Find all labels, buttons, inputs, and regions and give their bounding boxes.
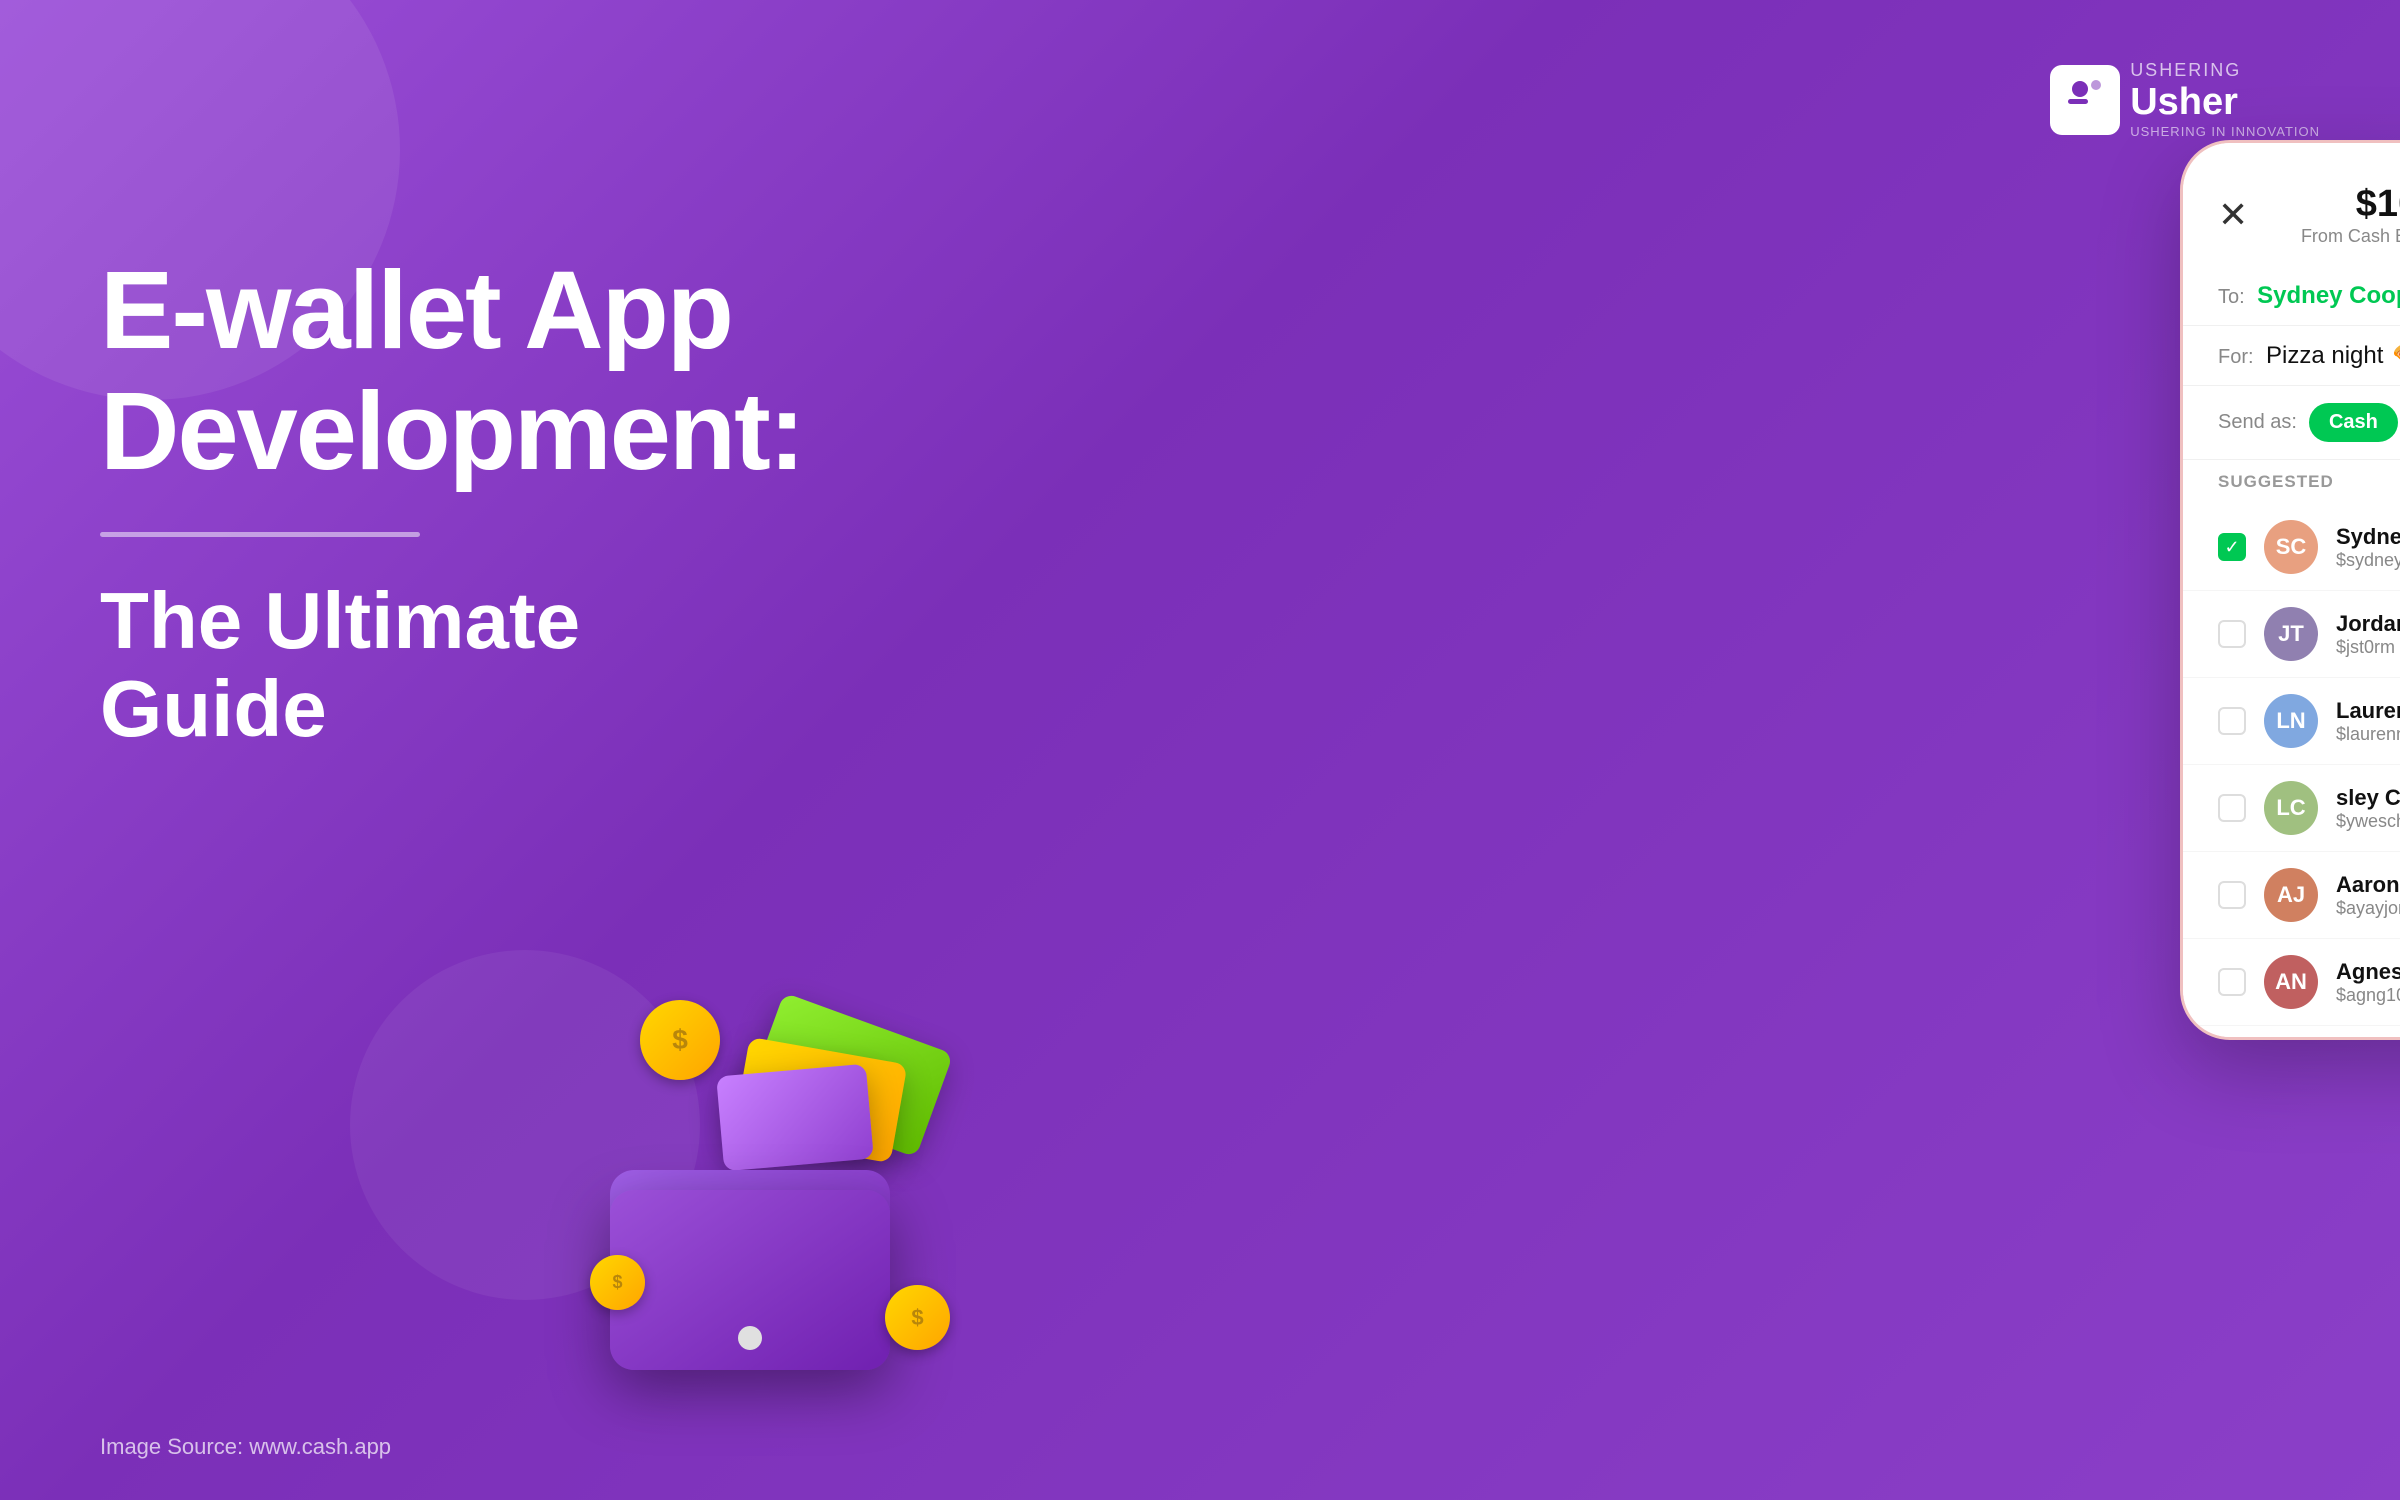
contact-info: Lauren Noble $laurennoble [2336, 698, 2400, 745]
contacts-list: ✓ SC Sydney Cooper $sydneycooper100 JT J… [2183, 504, 2400, 1026]
contact-name: Aaron Johnson [2336, 872, 2400, 898]
payment-header: ✕ $10 From Cash Balance ▾ Pay [2183, 143, 2400, 267]
payment-amount-section: $10 From Cash Balance ▾ [2301, 183, 2400, 247]
contact-avatar: SC [2264, 520, 2318, 574]
contact-name: Jordan Thomas [2336, 611, 2400, 637]
subtitle: The Ultimate Guide [100, 577, 740, 753]
contact-info: sley Chang $yweschang [2336, 785, 2400, 832]
contact-handle: $laurennoble [2336, 724, 2400, 745]
payment-send-section: Send as: Cash Gift Card ▾ [2183, 386, 2400, 460]
contact-info: Agnes Nguyen $agng1099 [2336, 959, 2400, 1006]
to-label: To: [2218, 286, 2245, 308]
close-button[interactable]: ✕ [2218, 194, 2248, 236]
contact-avatar: JT [2264, 607, 2318, 661]
payment-screen: ✕ $10 From Cash Balance ▾ Pay To: Sydney… [2183, 143, 2400, 1037]
wallet-body [610, 1170, 890, 1370]
cash-button[interactable]: Cash [2309, 403, 2398, 442]
contact-info: Aaron Johnson $ayayjon [2336, 872, 2400, 919]
coin-large: $ [640, 1000, 720, 1080]
payment-for-section: For: Pizza night 🍕 [2183, 326, 2400, 386]
payment-amount: $10 [2301, 183, 2400, 226]
logo-icon [2050, 65, 2120, 135]
wallet-main [610, 1190, 890, 1370]
contact-handle: $jst0rm [2336, 637, 2400, 658]
coin-medium: $ [885, 1285, 950, 1350]
contact-checkbox[interactable] [2218, 968, 2246, 996]
contact-avatar: LC [2264, 781, 2318, 835]
contact-item[interactable]: ✓ SC Sydney Cooper $sydneycooper100 [2183, 504, 2400, 591]
logo-brand: Usher [2130, 81, 2320, 124]
contact-handle: $agng1099 [2336, 985, 2400, 1006]
contact-item[interactable]: LN Lauren Noble $laurennoble [2183, 678, 2400, 765]
to-value: Sydney Cooper [2257, 282, 2400, 309]
contact-checkbox[interactable] [2218, 620, 2246, 648]
contact-avatar: AJ [2264, 868, 2318, 922]
contact-name: Lauren Noble [2336, 698, 2400, 724]
contact-checkbox-checked[interactable]: ✓ [2218, 533, 2246, 561]
logo-text: USHERING Usher USHERING IN INNOVATION [2130, 60, 2320, 139]
contact-name: sley Chang [2336, 785, 2400, 811]
card-purple [716, 1064, 874, 1172]
payment-to-section: To: Sydney Cooper [2183, 267, 2400, 326]
headline-title: E-wallet App Development: [100, 250, 740, 492]
contact-item[interactable]: AN Agnes Nguyen $agng1099 [2183, 939, 2400, 1026]
suggested-label: SUGGESTED [2183, 460, 2400, 504]
contact-checkbox[interactable] [2218, 794, 2246, 822]
contact-item[interactable]: JT Jordan Thomas $jst0rm [2183, 591, 2400, 678]
contact-checkbox[interactable] [2218, 707, 2246, 735]
contact-info: Jordan Thomas $jst0rm [2336, 611, 2400, 658]
payment-phone: ✕ $10 From Cash Balance ▾ Pay To: Sydney… [2180, 140, 2400, 1040]
for-value: Pizza night 🍕 [2266, 342, 2400, 369]
coin-small: $ [590, 1255, 645, 1310]
contact-handle: $sydneycooper100 [2336, 550, 2400, 571]
logo: USHERING Usher USHERING IN INNOVATION [2050, 60, 2320, 139]
contact-handle: $yweschang [2336, 811, 2400, 832]
wallet-button [738, 1326, 762, 1350]
payment-from: From Cash Balance ▾ [2301, 226, 2400, 247]
contact-handle: $ayayjon [2336, 898, 2400, 919]
contact-name: Agnes Nguyen [2336, 959, 2400, 985]
contact-info: Sydney Cooper $sydneycooper100 [2336, 524, 2400, 571]
for-label: For: [2218, 346, 2254, 368]
contact-avatar: AN [2264, 955, 2318, 1009]
main-text-block: E-wallet App Development: The Ultimate G… [100, 250, 740, 753]
contact-item[interactable]: LC sley Chang $yweschang [2183, 765, 2400, 852]
image-source: Image Source: www.cash.app [100, 1434, 391, 1460]
logo-tagline: USHERING IN INNOVATION [2130, 124, 2320, 139]
contact-avatar: LN [2264, 694, 2318, 748]
contact-checkbox[interactable] [2218, 881, 2246, 909]
contact-name: Sydney Cooper [2336, 524, 2400, 550]
contact-item[interactable]: AJ Aaron Johnson $ayayjon [2183, 852, 2400, 939]
wallet-illustration: $ $ $ [580, 990, 960, 1370]
send-as-label: Send as: [2218, 411, 2297, 434]
title-divider [100, 532, 420, 537]
logo-ushering: USHERING [2130, 60, 2320, 81]
